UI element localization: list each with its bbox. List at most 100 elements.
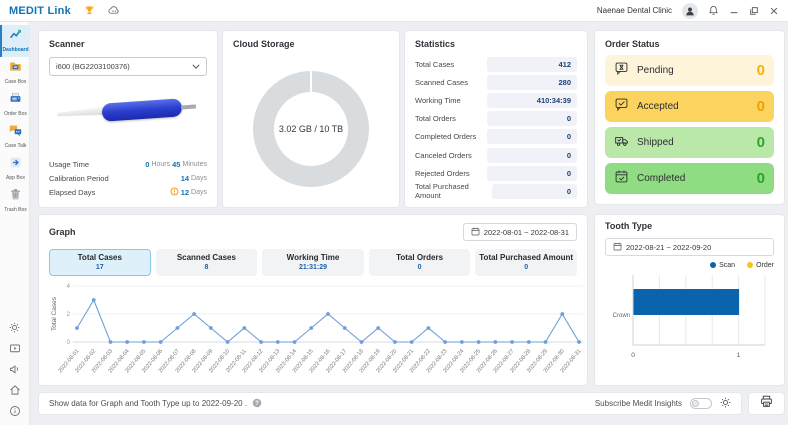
truck-icon <box>614 133 629 153</box>
svg-text:?: ? <box>255 401 259 407</box>
tooth-type-panel: Tooth Type 2022-08-21 ~ 2022-09-20 Scan … <box>594 214 785 386</box>
user-avatar[interactable] <box>682 2 698 19</box>
svg-text:0: 0 <box>631 352 635 359</box>
order-status-title: Order Status <box>605 39 660 49</box>
help-icon[interactable]: ? <box>252 398 262 410</box>
usage-minutes: 45 <box>172 159 181 169</box>
stat-row: Total Purchased Amount 0 <box>415 182 577 200</box>
scanner-cable <box>180 104 197 110</box>
rewards-trophy-icon[interactable] <box>84 5 95 16</box>
scanner-device-image <box>55 87 205 133</box>
tab-label: Total Cases <box>77 253 122 262</box>
sidebar-item-app-box[interactable]: App Box <box>0 153 29 185</box>
graph-tab-working-time[interactable]: Working Time 21:31:29 <box>262 249 364 276</box>
tab-label: Total Purchased Amount <box>479 253 574 262</box>
order-card-pending[interactable]: Pending 0 <box>605 55 774 86</box>
sidebar-item-trash-box[interactable]: Trash Box <box>0 185 29 217</box>
tooth-type-bar-chart: Crown 0 1 <box>605 271 774 376</box>
info-icon[interactable] <box>9 405 21 417</box>
tooth-type-date-range-button[interactable]: 2022-08-21 ~ 2022-09-20 <box>605 238 774 256</box>
sidebar-item-case-box[interactable]: Case Box <box>0 57 29 89</box>
window-minimize-button[interactable] <box>729 6 739 16</box>
app-launch-icon <box>9 156 22 174</box>
dashboard-content: Scanner i600 (BG2203100376) Usage Time 0… <box>30 22 788 425</box>
scanner-title: Scanner <box>49 39 85 49</box>
sidebar-item-order-box[interactable]: Order Box <box>0 89 29 121</box>
elapsed-unit: Days <box>191 188 207 196</box>
scanner-body <box>101 98 183 122</box>
insights-settings-gear-icon[interactable] <box>720 395 731 413</box>
calibration-value: 14 <box>180 173 190 183</box>
order-card-label: Accepted <box>637 101 679 112</box>
stat-row: Completed Orders 0 <box>415 128 577 146</box>
dashboard-chart-icon <box>9 28 22 46</box>
usage-minutes-unit: Minutes <box>182 160 207 168</box>
print-button[interactable] <box>748 392 785 415</box>
calendar-icon <box>613 242 622 253</box>
legend-order-label: Order <box>756 262 774 269</box>
medit-link-logo[interactable]: MEDIT Link <box>9 5 71 17</box>
order-status-panel: Order Status Pending 0 Accepted 0 Shippe… <box>594 30 785 205</box>
check-bubble-icon <box>614 97 629 117</box>
tab-value: 0 <box>417 264 422 271</box>
tab-value: 21:31:29 <box>298 264 327 271</box>
stat-label: Working Time <box>415 95 461 105</box>
stat-value: 0 <box>487 129 577 145</box>
usage-time-label: Usage Time <box>49 159 90 169</box>
order-card-shipped[interactable]: Shipped 0 <box>605 127 774 158</box>
window-maximize-button[interactable] <box>749 6 759 16</box>
graph-tab-total-purchased-amount[interactable]: Total Purchased Amount 0 <box>475 249 577 276</box>
order-card-accepted[interactable]: Accepted 0 <box>605 91 774 122</box>
elapsed-value: 12 <box>180 187 190 197</box>
stat-label: Rejected Orders <box>415 168 470 178</box>
graph-date-range-button[interactable]: 2022-08-01 ~ 2022-08-31 <box>462 223 577 241</box>
stat-value: 410:34:39 <box>487 92 577 108</box>
graph-tab-total-cases[interactable]: Total Cases 17 <box>49 249 151 276</box>
sidebar-item-dashboard[interactable]: Dashboard <box>0 25 29 57</box>
order-card-label: Completed <box>637 173 686 184</box>
sidebar: Dashboard Case Box Order Box Case Talk A… <box>0 22 30 425</box>
order-card-count: 0 <box>756 62 765 79</box>
calendar-icon <box>471 227 480 238</box>
notifications-bell-icon[interactable] <box>708 5 719 16</box>
elapsed-label: Elapsed Days <box>49 187 96 197</box>
sidebar-item-case-talk[interactable]: Case Talk <box>0 121 29 153</box>
storage-used-sliver <box>310 71 312 92</box>
order-card-count: 0 <box>756 98 765 115</box>
case-folder-icon <box>9 60 22 78</box>
stat-label: Total Purchased Amount <box>415 182 469 201</box>
tab-value: 0 <box>524 264 529 271</box>
stat-value: 0 <box>491 183 577 199</box>
chevron-down-icon <box>192 62 200 71</box>
statistics-title: Statistics <box>415 39 456 49</box>
scanner-device-select[interactable]: i600 (BG2203100376) <box>49 57 207 76</box>
order-dot <box>747 262 754 269</box>
settings-gear-icon[interactable] <box>9 322 20 333</box>
order-printer-icon <box>9 92 22 110</box>
order-card-label: Shipped <box>637 137 674 148</box>
announcements-megaphone-icon[interactable] <box>9 363 21 375</box>
clinic-name: Naenae Dental Clinic <box>596 6 672 15</box>
printer-icon <box>760 395 773 413</box>
tab-label: Working Time <box>286 253 340 262</box>
graph-date-range: 2022-08-01 ~ 2022-08-31 <box>483 227 569 237</box>
home-icon[interactable] <box>9 384 21 396</box>
stat-label: Completed Orders <box>415 132 477 142</box>
cloud-sync-icon[interactable] <box>108 5 120 17</box>
order-card-completed[interactable]: Completed 0 <box>605 163 774 194</box>
warning-icon <box>170 187 179 198</box>
legend-scan-label: Scan <box>719 262 736 269</box>
media-box-icon[interactable] <box>9 342 21 354</box>
svg-text:2: 2 <box>67 312 71 318</box>
order-card-count: 0 <box>756 170 765 187</box>
tab-label: Total Orders <box>396 253 444 262</box>
calendar-check-icon <box>614 169 629 189</box>
usage-hours-unit: Hours <box>151 160 171 168</box>
graph-tab-total-orders[interactable]: Total Orders 0 <box>368 249 471 276</box>
sidebar-item-label: Trash Box <box>4 207 27 213</box>
window-close-button[interactable] <box>769 6 779 16</box>
calibration-label: Calibration Period <box>49 173 109 183</box>
subscribe-toggle[interactable] <box>690 398 712 409</box>
graph-tab-scanned-cases[interactable]: Scanned Cases 8 <box>155 249 258 276</box>
chat-bubbles-icon <box>9 124 22 142</box>
